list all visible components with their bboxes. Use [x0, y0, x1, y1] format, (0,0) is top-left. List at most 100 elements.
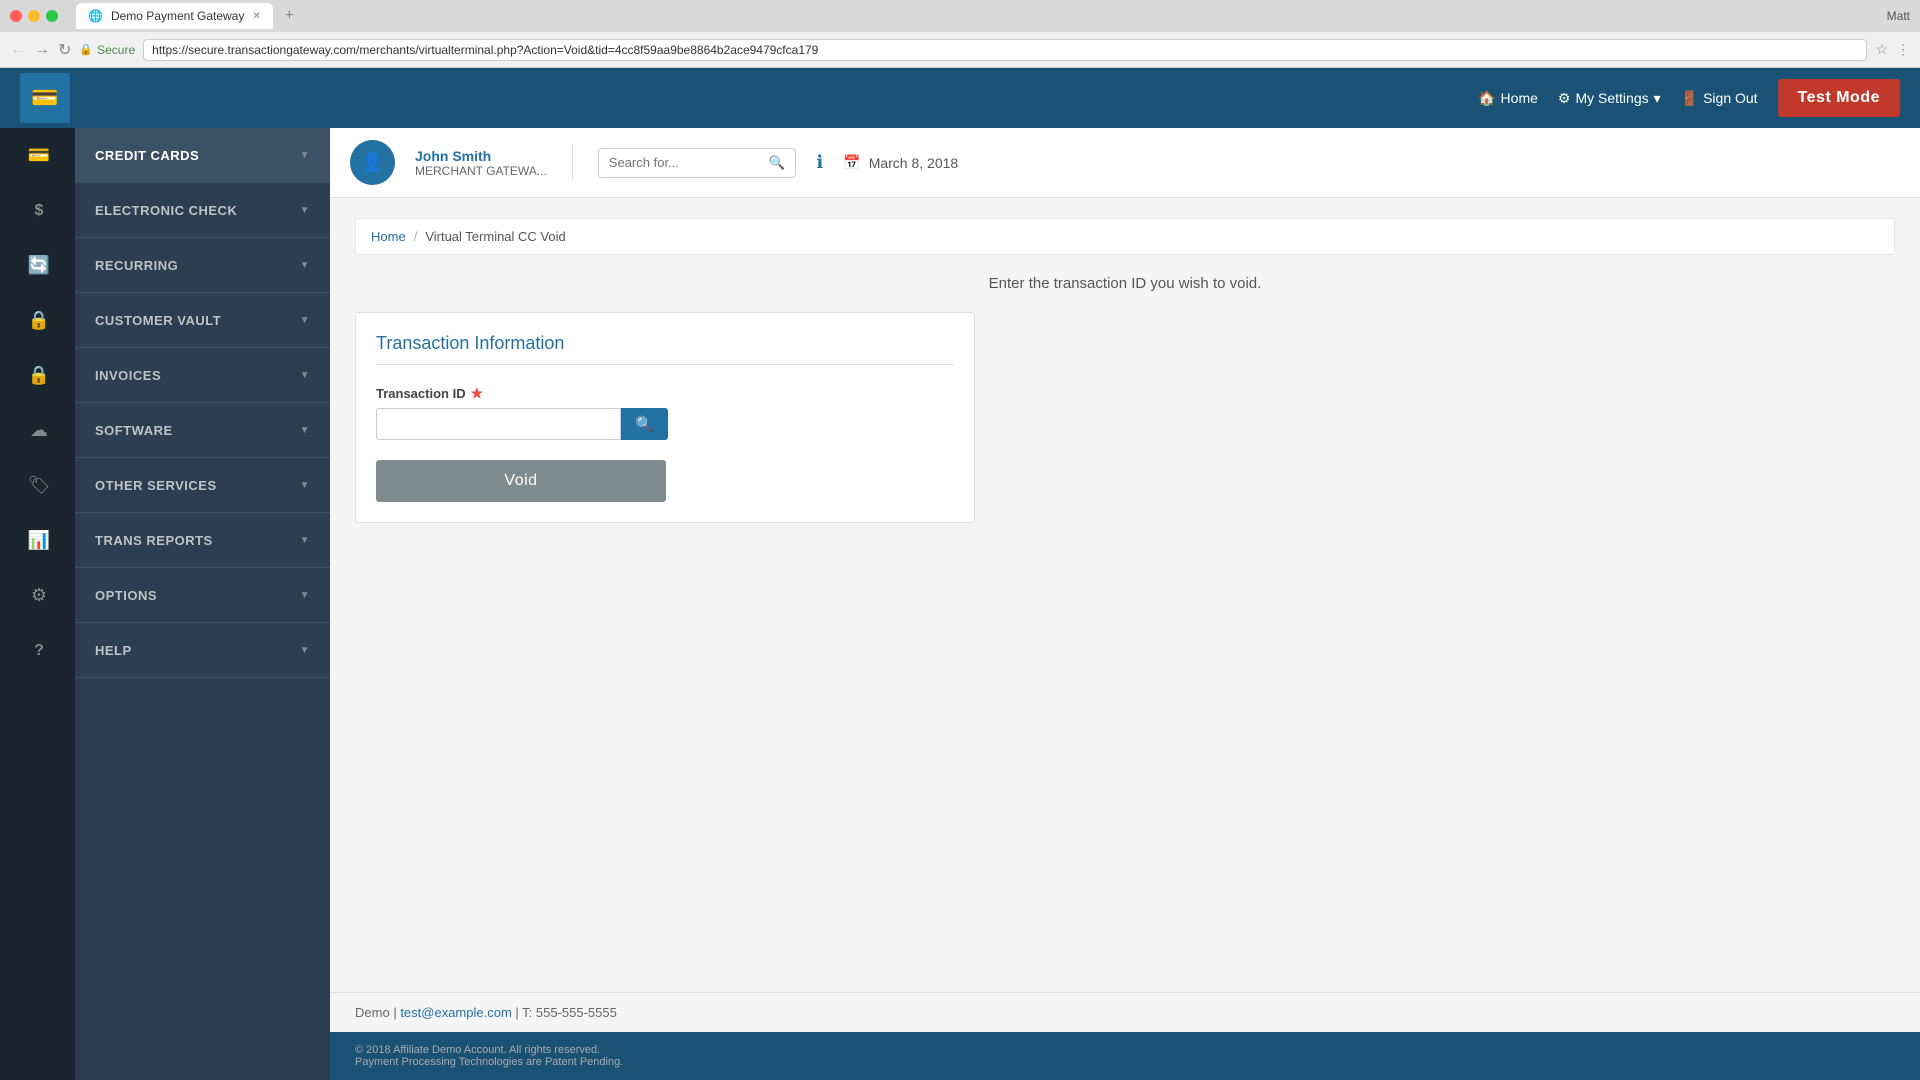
signout-nav-label: Sign Out — [1703, 90, 1757, 106]
breadcrumb: Home / Virtual Terminal CC Void — [355, 218, 1895, 255]
footer-email-link[interactable]: test@example.com — [400, 1005, 511, 1020]
signout-nav-link[interactable]: 🚪 Sign Out — [1681, 90, 1758, 107]
logo-icon: 💳 — [31, 85, 58, 111]
chevron-down-icon: ▼ — [300, 150, 310, 161]
sidebar-icons: 💳 $ 🔄 🔒 🔒 ☁ 🏷 📊 ⚙ ? — [0, 128, 75, 1080]
sub-header: 👤 John Smith MERCHANT GATEWA... 🔍 ℹ 📅 Ma… — [330, 128, 1920, 198]
top-navigation: 💳 🏠 Home ⚙ My Settings ▾ 🚪 Sign Out Test… — [0, 68, 1920, 128]
forward-button[interactable]: → — [34, 41, 50, 59]
maximize-window-button[interactable] — [46, 10, 58, 22]
content-area: Home / Virtual Terminal CC Void Enter th… — [330, 198, 1920, 992]
minimize-window-button[interactable] — [28, 10, 40, 22]
sidebar-label-customer-vault: CUSTOMER VAULT — [95, 313, 221, 328]
breadcrumb-separator: / — [414, 229, 418, 244]
transaction-id-input[interactable] — [376, 408, 621, 440]
chevron-down-icon: ▼ — [300, 205, 310, 216]
tab-title: Demo Payment Gateway — [111, 9, 244, 23]
right-panel: 👤 John Smith MERCHANT GATEWA... 🔍 ℹ 📅 Ma… — [330, 128, 1920, 1080]
chevron-down-icon: ▼ — [300, 315, 310, 326]
transaction-id-group: Transaction ID ★ 🔍 — [376, 385, 954, 440]
sidebar-item-trans-reports[interactable]: TRANS REPORTS ▼ — [75, 513, 330, 568]
breadcrumb-current: Virtual Terminal CC Void — [425, 229, 565, 244]
home-nav-link[interactable]: 🏠 Home — [1478, 90, 1538, 107]
tab-close-icon[interactable]: ✕ — [252, 11, 260, 22]
sidebar-item-help[interactable]: HELP ▼ — [75, 623, 330, 678]
sidebar-icon-trans-reports[interactable]: 📊 — [0, 513, 75, 568]
refresh-button[interactable]: ↻ — [58, 40, 71, 60]
info-icon[interactable]: ℹ — [816, 152, 823, 173]
sidebar-icon-electronic-check[interactable]: $ — [0, 183, 75, 238]
sidebar-label-invoices: INVOICES — [95, 368, 161, 383]
settings-nav-label: My Settings — [1575, 90, 1648, 106]
page-subtitle: Enter the transaction ID you wish to voi… — [355, 275, 1895, 292]
sidebar-icon-other-services[interactable]: 🏷 — [0, 458, 75, 513]
main-content: 💳 $ 🔄 🔒 🔒 ☁ 🏷 📊 ⚙ ? CREDIT CARDS ▼ ELECT… — [0, 128, 1920, 1080]
close-window-button[interactable] — [10, 10, 22, 22]
sidebar-label-other-services: OTHER SERVICES — [95, 478, 217, 493]
sidebar-item-recurring[interactable]: RECURRING ▼ — [75, 238, 330, 293]
sidebar-icon-credit-cards[interactable]: 💳 — [0, 128, 75, 183]
void-button[interactable]: Void — [376, 460, 666, 502]
browser-chrome: 🌐 Demo Payment Gateway ✕ + Matt ← → ↻ 🔒 … — [0, 0, 1920, 68]
sidebar-item-other-services[interactable]: OTHER SERVICES ▼ — [75, 458, 330, 513]
browser-addressbar: ← → ↻ 🔒 Secure https://secure.transactio… — [0, 32, 1920, 68]
bookmark-icon[interactable]: ☆ — [1875, 41, 1888, 58]
chevron-down-icon: ▼ — [300, 645, 310, 656]
browser-action-icons: ☆ ⋮ — [1875, 41, 1910, 58]
test-mode-button[interactable]: Test Mode — [1778, 79, 1900, 117]
menu-icon[interactable]: ⋮ — [1896, 41, 1910, 58]
browser-user: Matt — [1887, 9, 1910, 23]
sidebar-label-software: SOFTWARE — [95, 423, 173, 438]
sidebar-icon-software[interactable]: ☁ — [0, 403, 75, 458]
sidebar-icon-customer-vault[interactable]: 🔒 — [0, 293, 75, 348]
browser-titlebar: 🌐 Demo Payment Gateway ✕ + Matt — [0, 0, 1920, 32]
sidebar-icon-help[interactable]: ? — [0, 623, 75, 678]
sidebar-item-credit-cards[interactable]: CREDIT CARDS ▼ — [75, 128, 330, 183]
avatar: 👤 — [350, 140, 395, 185]
sidebar-icon-invoices[interactable]: 🔒 — [0, 348, 75, 403]
transaction-id-label: Transaction ID ★ — [376, 385, 954, 402]
transaction-info-form: Transaction Information Transaction ID ★… — [355, 312, 975, 523]
lock-icon: 🔒 — [79, 43, 93, 56]
footer-patent: Payment Processing Technologies are Pate… — [355, 1056, 1895, 1068]
browser-tab[interactable]: 🌐 Demo Payment Gateway ✕ — [76, 3, 273, 29]
settings-chevron-icon: ▾ — [1654, 90, 1661, 107]
browser-window-controls — [10, 10, 58, 22]
sidebar-label-recurring: RECURRING — [95, 258, 178, 273]
breadcrumb-home-link[interactable]: Home — [371, 229, 406, 244]
calendar-icon: 📅 — [843, 154, 860, 171]
new-tab-button[interactable]: + — [285, 7, 294, 25]
sidebar-item-customer-vault[interactable]: CUSTOMER VAULT ▼ — [75, 293, 330, 348]
sidebar-labels: CREDIT CARDS ▼ ELECTRONIC CHECK ▼ RECURR… — [75, 128, 330, 1080]
sidebar-icon-recurring[interactable]: 🔄 — [0, 238, 75, 293]
sidebar-item-invoices[interactable]: INVOICES ▼ — [75, 348, 330, 403]
settings-nav-link[interactable]: ⚙ My Settings ▾ — [1558, 90, 1661, 107]
form-section-title: Transaction Information — [376, 333, 954, 365]
user-name: John Smith — [415, 148, 547, 164]
search-input[interactable] — [599, 149, 759, 176]
sidebar-item-software[interactable]: SOFTWARE ▼ — [75, 403, 330, 458]
home-nav-icon: 🏠 — [1478, 90, 1495, 107]
chevron-down-icon: ▼ — [300, 590, 310, 601]
gear-icon: ⚙ — [1558, 90, 1571, 107]
chevron-down-icon: ▼ — [300, 260, 310, 271]
sidebar-item-options[interactable]: OPTIONS ▼ — [75, 568, 330, 623]
app-wrapper: 💳 🏠 Home ⚙ My Settings ▾ 🚪 Sign Out Test… — [0, 68, 1920, 1080]
address-bar[interactable]: https://secure.transactiongateway.com/me… — [143, 39, 1867, 61]
top-nav-left: 💳 — [20, 73, 80, 123]
sidebar-label-help: HELP — [95, 643, 132, 658]
footer-phone: T: 555-555-5555 — [522, 1005, 617, 1020]
footer-demo-text: Demo — [355, 1005, 390, 1020]
merchant-name: MERCHANT GATEWA... — [415, 164, 547, 178]
back-button[interactable]: ← — [10, 41, 26, 59]
sidebar-label-electronic-check: ELECTRONIC CHECK — [95, 203, 237, 218]
transaction-search-button[interactable]: 🔍 — [621, 408, 668, 440]
signout-icon: 🚪 — [1681, 90, 1698, 107]
secure-indicator: 🔒 Secure — [79, 43, 135, 57]
divider — [572, 145, 573, 180]
sidebar-icon-options[interactable]: ⚙ — [0, 568, 75, 623]
sidebar-item-electronic-check[interactable]: ELECTRONIC CHECK ▼ — [75, 183, 330, 238]
required-indicator: ★ — [471, 385, 484, 402]
search-button[interactable]: 🔍 — [759, 149, 796, 177]
footer-bottom: © 2018 Affiliate Demo Account. All right… — [330, 1032, 1920, 1080]
